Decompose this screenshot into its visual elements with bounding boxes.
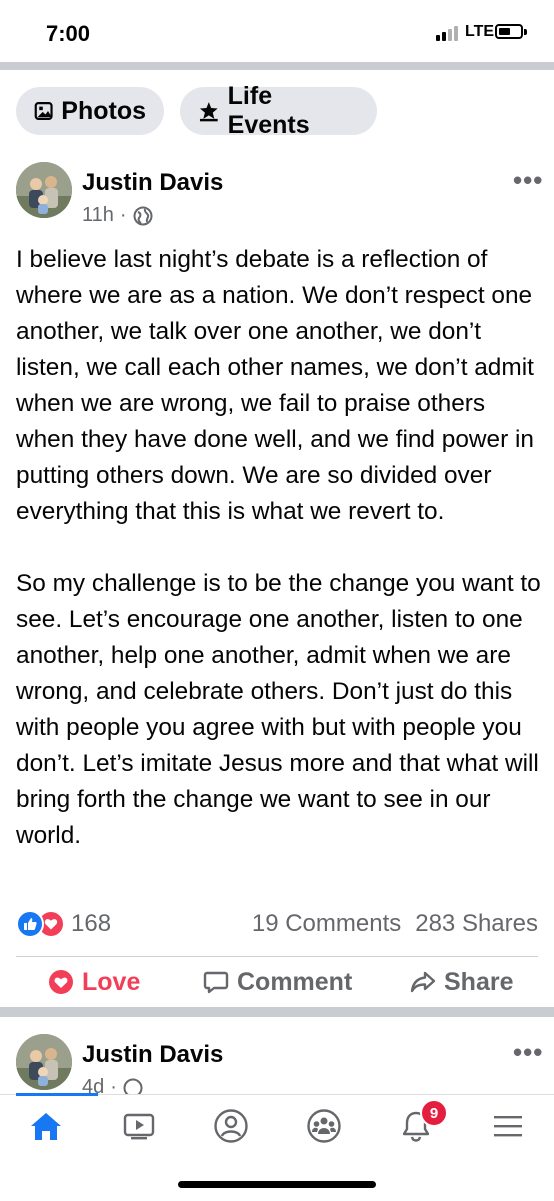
status-bar: 7:00 LTE — [0, 0, 554, 62]
action-divider — [16, 956, 538, 957]
globe-icon — [133, 206, 153, 225]
post-more-options-icon[interactable]: ••• — [513, 1037, 543, 1068]
flag-star-icon — [199, 102, 218, 122]
love-icon — [49, 970, 73, 994]
post-body: I believe last night’s debate is a refle… — [16, 242, 546, 854]
love-button-label: Love — [82, 967, 141, 996]
reactions-summary[interactable]: 168 — [16, 910, 111, 938]
post-author-name[interactable]: Justin Davis — [82, 169, 223, 197]
life-events-chip-label: Life Events — [227, 82, 310, 139]
network-label: LTE — [465, 23, 495, 40]
life-events-chip-button[interactable]: Life Events — [180, 82, 377, 139]
comments-count-link[interactable]: 19 Comments — [252, 910, 401, 938]
menu-icon — [494, 1116, 522, 1137]
battery-icon — [495, 24, 523, 39]
avatar-photo — [16, 162, 72, 218]
meta-separator: · — [119, 204, 127, 226]
author-avatar[interactable] — [16, 1034, 72, 1090]
home-icon — [31, 1113, 61, 1140]
reaction-count: 168 — [71, 910, 112, 937]
tab-menu[interactable] — [486, 1104, 530, 1148]
comment-icon — [203, 971, 229, 994]
share-button[interactable]: Share — [410, 962, 513, 1002]
avatar-photo — [16, 1034, 72, 1090]
comment-button[interactable]: Comment — [203, 962, 352, 1002]
comment-button-label: Comment — [237, 967, 353, 996]
love-button[interactable]: Love — [48, 962, 140, 1002]
post-divider — [0, 1007, 554, 1017]
like-reaction-icon — [16, 910, 44, 938]
engagement-counts: 19 Comments 283 Shares — [252, 910, 538, 938]
groups-icon — [307, 1109, 341, 1143]
post-paragraph: So my challenge is to be the change you … — [16, 570, 541, 849]
tab-groups[interactable] — [302, 1104, 346, 1148]
home-indicator[interactable] — [178, 1181, 376, 1188]
photos-chip-label: Photos — [61, 96, 146, 125]
post-more-options-icon[interactable]: ••• — [513, 165, 543, 196]
section-divider — [0, 62, 554, 70]
post-meta: 11h · — [82, 204, 153, 227]
post-author-name[interactable]: Justin Davis — [82, 1041, 223, 1069]
watch-icon — [123, 1113, 155, 1140]
profile-icon — [214, 1109, 248, 1143]
photos-icon — [34, 102, 53, 120]
tab-watch[interactable] — [117, 1104, 161, 1148]
post-paragraph: I believe last night’s debate is a refle… — [16, 246, 534, 525]
status-time: 7:00 — [46, 21, 91, 46]
share-icon — [410, 971, 436, 993]
shares-count-link[interactable]: 283 Shares — [415, 910, 538, 938]
tab-profile[interactable] — [209, 1104, 253, 1148]
signal-icon — [436, 26, 458, 41]
notification-badge: 9 — [420, 1099, 448, 1127]
post-timestamp[interactable]: 11h — [82, 204, 114, 227]
author-avatar[interactable] — [16, 162, 72, 218]
share-button-label: Share — [444, 967, 514, 996]
tab-home[interactable] — [24, 1104, 68, 1148]
active-tab-indicator — [16, 1093, 98, 1096]
photos-chip-button[interactable]: Photos — [16, 87, 164, 135]
